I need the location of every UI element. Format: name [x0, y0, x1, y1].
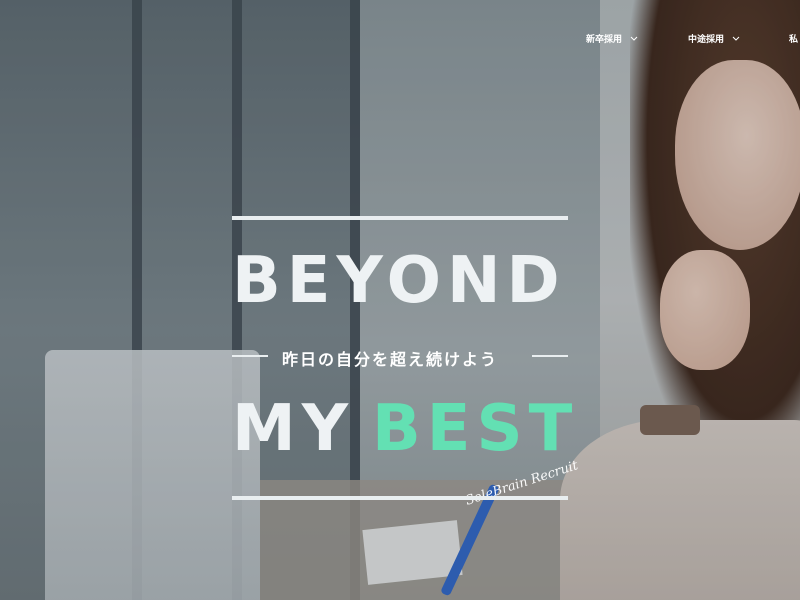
tagline: 昨日の自分を超え続けよう — [282, 350, 499, 369]
chevron-down-icon — [732, 36, 740, 42]
nav-item-label: 中途採用 — [688, 35, 725, 45]
nav-item-label: 私 — [789, 35, 799, 45]
divider-top — [232, 216, 568, 220]
tagline-rule-right — [532, 355, 568, 357]
headline-beyond: BEYOND — [232, 244, 566, 318]
divider-bottom — [232, 496, 568, 500]
chevron-down-icon — [630, 36, 638, 42]
nav-item-new-graduate[interactable]: 新卒採用 — [586, 32, 638, 45]
top-navigation: 新卒採用 中途採用 私 — [0, 0, 800, 72]
tagline-rule-left — [232, 355, 268, 357]
headline-my: MY — [232, 392, 355, 466]
nav-item-about[interactable]: 私 — [789, 32, 798, 45]
nav-item-label: 新卒採用 — [586, 35, 623, 45]
nav-item-mid-career[interactable]: 中途採用 — [688, 32, 740, 45]
headline-best: BEST — [372, 392, 579, 466]
